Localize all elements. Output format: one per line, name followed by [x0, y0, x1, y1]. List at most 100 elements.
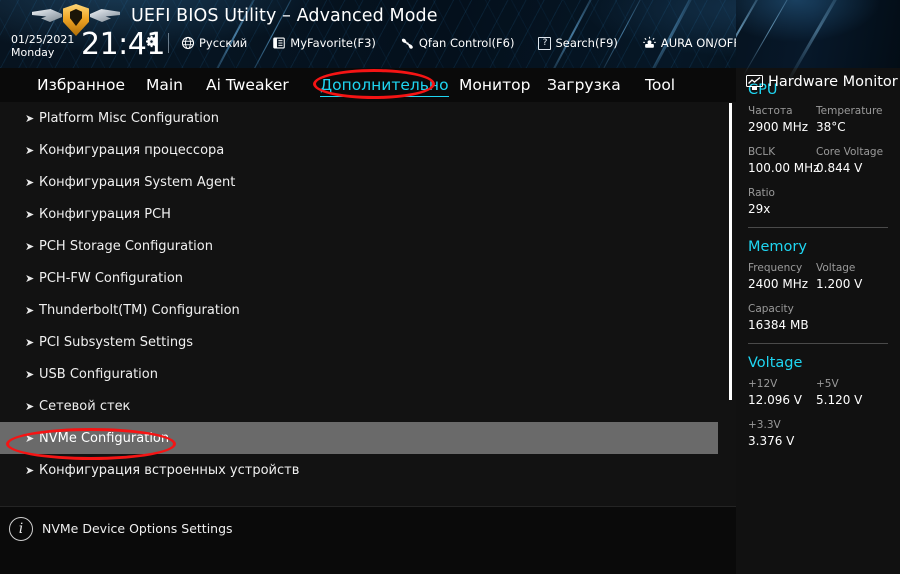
menu-item-10[interactable]: ➤ NVMe Configuration [0, 422, 718, 454]
submenu-arrow-icon: ➤ [25, 239, 35, 253]
hw-readout: Core Voltage 0.844 V [816, 145, 884, 177]
fan-icon [400, 36, 415, 51]
hardware-monitor-title: Hardware Monitor [768, 74, 898, 90]
tab-1[interactable]: Main [146, 68, 183, 102]
menu-item-6[interactable]: ➤ Thunderbolt(TM) Configuration [0, 294, 736, 326]
menu-item-1[interactable]: ➤ Конфигурация процессора [0, 134, 736, 166]
myfavorite-label: MyFavorite(F3) [290, 36, 376, 50]
search-button[interactable]: ? Search(F9) [538, 36, 618, 50]
weekday-value: Monday [11, 45, 55, 59]
question-icon: ? [538, 36, 552, 50]
hw-section-title-memory: Memory [748, 239, 807, 255]
info-bar-text: NVMe Device Options Settings [42, 521, 233, 536]
menu-item-9[interactable]: ➤ Сетевой стек [0, 390, 736, 422]
tab-0[interactable]: Избранное [37, 68, 125, 102]
tab-5[interactable]: Загрузка [547, 68, 621, 102]
menu-item-4[interactable]: ➤ PCH Storage Configuration [0, 230, 736, 262]
hw-readout-label: +5V [816, 378, 839, 390]
hw-readout-value: 1.200 V [816, 277, 863, 291]
submenu-arrow-icon: ➤ [25, 207, 35, 221]
hw-row: Ratio 29x [736, 186, 900, 218]
hw-readout: Частота 2900 MHz [748, 104, 816, 136]
hw-readout-label: Core Voltage [816, 146, 884, 158]
monitor-chart-icon [746, 74, 763, 90]
menu-item-8[interactable]: ➤ USB Configuration [0, 358, 736, 390]
hw-section-divider [748, 343, 888, 344]
submenu-arrow-icon: ➤ [25, 271, 35, 285]
menu-item-label: Конфигурация встроенных устройств [39, 462, 300, 478]
panel-light-streak [743, 0, 799, 76]
hw-readout-label: Ratio [748, 187, 775, 199]
logo-wing-left [32, 9, 62, 22]
hw-readout-value: 12.096 V [748, 393, 803, 407]
gear-icon[interactable] [144, 34, 159, 49]
hw-section-divider [748, 227, 888, 228]
menu-item-label: Platform Misc Configuration [39, 110, 220, 126]
tab-6[interactable]: Tool [645, 68, 675, 102]
advanced-menu-list: ➤ Platform Misc Configuration ➤ Конфигураци… [0, 102, 736, 506]
hw-readout: Capacity 16384 MB [748, 302, 816, 334]
hw-readout-value: 2900 MHz [748, 120, 809, 134]
globe-icon [180, 36, 195, 51]
myfavorite-button[interactable]: MyFavorite(F3) [271, 36, 376, 51]
menu-item-11[interactable]: ➤ Конфигурация встроенных устройств [0, 454, 736, 486]
hw-row: BCLK 100.00 MHz Core Voltage 0.844 V [736, 145, 900, 177]
hw-readout-value: 2400 MHz [748, 277, 809, 291]
tab-label: Загрузка [547, 76, 621, 94]
search-label: Search(F9) [555, 36, 618, 50]
page-title: UEFI BIOS Utility – Advanced Mode [131, 6, 438, 26]
tab-label: Tool [645, 76, 676, 94]
hw-readout: Temperature 38°C [816, 104, 884, 136]
hw-readout-label: +3.3V [748, 419, 781, 431]
hw-row: Частота 2900 MHz Temperature 38°C [736, 104, 900, 136]
menu-item-label: Конфигурация PCH [39, 206, 171, 222]
menu-item-7[interactable]: ➤ PCI Subsystem Settings [0, 326, 736, 358]
aura-light-icon [642, 36, 657, 51]
hw-section-title-voltage: Voltage [748, 355, 803, 371]
language-button[interactable]: Русский [180, 36, 247, 51]
hw-readout: BCLK 100.00 MHz [748, 145, 819, 177]
menu-item-label: Конфигурация System Agent [39, 174, 236, 190]
document-icon [271, 36, 286, 51]
info-bar [0, 506, 736, 574]
submenu-arrow-icon: ➤ [25, 335, 35, 349]
menu-item-label: Сетевой стек [39, 398, 131, 414]
submenu-arrow-icon: ➤ [25, 431, 35, 445]
hw-readout-value: 0.844 V [816, 161, 863, 175]
menu-item-3[interactable]: ➤ Конфигурация PCH [0, 198, 736, 230]
tab-label: Дополнительно [320, 76, 449, 94]
hw-readout-value: 38°C [816, 120, 846, 134]
menu-item-label: PCH Storage Configuration [39, 238, 213, 254]
menu-item-0[interactable]: ➤ Platform Misc Configuration [0, 102, 736, 134]
hardware-monitor-readouts: CPU Частота 2900 MHz Temperature 38°C BCLK 100… [736, 68, 900, 459]
qfan-control-button[interactable]: Qfan Control(F6) [400, 36, 515, 51]
menu-item-label: PCH-FW Configuration [39, 270, 184, 286]
submenu-arrow-icon: ➤ [25, 303, 35, 317]
hw-row: Capacity 16384 MB [736, 302, 900, 334]
tab-2[interactable]: Ai Tweaker [206, 68, 289, 102]
system-date: 01/25/2021 Monday [11, 33, 75, 59]
hw-readout-label: Частота [748, 105, 793, 117]
hw-readout-value: 29x [748, 202, 771, 216]
hw-readout-label: Frequency [748, 262, 803, 274]
tab-4[interactable]: Монитор [459, 68, 530, 102]
date-value: 01/25/2021 [11, 33, 75, 46]
menu-item-label: Thunderbolt(TM) Configuration [39, 302, 240, 318]
hw-readout-label: BCLK [748, 146, 776, 158]
header-shortcuts: Русский MyFavorite(F3) Qfan Control(F6) … [180, 34, 763, 52]
tab-label: Монитор [459, 76, 531, 94]
info-icon: i [9, 517, 33, 541]
menu-item-2[interactable]: ➤ Конфигурация System Agent [0, 166, 736, 198]
submenu-arrow-icon: ➤ [25, 463, 35, 477]
bios-screen: UEFI BIOS Utility – Advanced Mode 01/25/… [0, 0, 900, 574]
hw-readout-label: Temperature [816, 105, 883, 117]
hw-readout-value: 3.376 V [748, 434, 795, 448]
qfan-label: Qfan Control(F6) [418, 36, 515, 50]
hw-readout: +12V 12.096 V [748, 377, 816, 409]
tab-label: Избранное [37, 76, 126, 94]
scrollbar-thumb[interactable] [729, 103, 732, 400]
tab-3[interactable]: Дополнительно [320, 68, 449, 102]
menu-item-5[interactable]: ➤ PCH-FW Configuration [0, 262, 736, 294]
hw-row: Frequency 2400 MHz Voltage 1.200 V [736, 261, 900, 293]
submenu-arrow-icon: ➤ [25, 111, 35, 125]
